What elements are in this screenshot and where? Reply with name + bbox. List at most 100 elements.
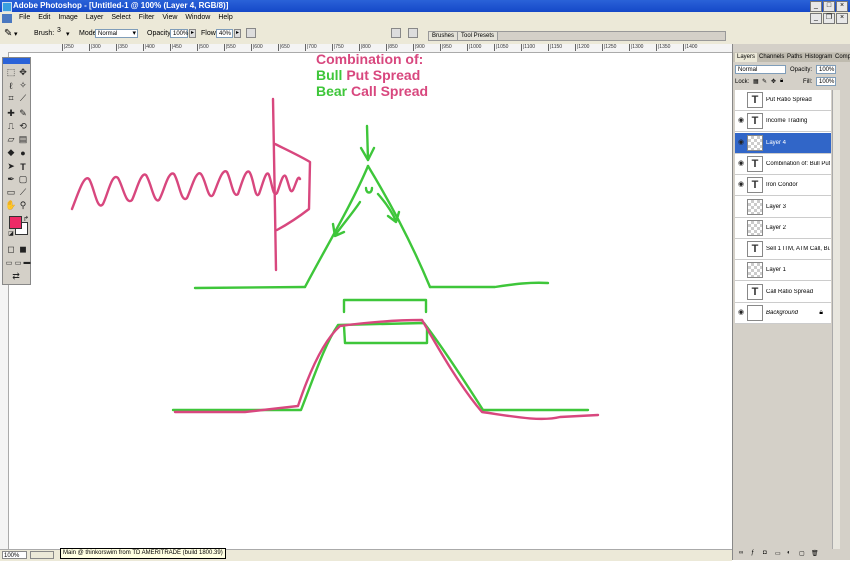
adjustment-layer-icon[interactable]: ◐ <box>787 550 791 556</box>
document-info-field[interactable] <box>30 551 54 559</box>
path-selection-icon[interactable]: ➤ <box>5 161 17 172</box>
visibility-eye-icon[interactable] <box>737 203 745 211</box>
menu-edit[interactable]: Edit <box>34 12 54 24</box>
layers-scrollbar[interactable] <box>832 90 840 550</box>
menu-view[interactable]: View <box>158 12 181 24</box>
layer-row[interactable]: ◉ Background 🔒︎ <box>735 303 831 324</box>
layer-row[interactable]: TSell 1 ITM, ATM Call, Buy ... <box>735 239 831 261</box>
clone-stamp-icon[interactable]: ⎍ <box>5 121 17 132</box>
visibility-eye-icon[interactable] <box>737 96 745 104</box>
palette-well-tab-tool-presets[interactable]: Tool Presets <box>458 32 499 40</box>
doc-restore-icon[interactable]: ❐ <box>823 13 835 24</box>
layer-row[interactable]: Layer 2 <box>735 217 831 239</box>
blur-tool-icon[interactable]: ◆ <box>5 147 17 158</box>
minimize-icon[interactable]: _ <box>810 1 822 12</box>
new-group-icon[interactable]: ▭ <box>775 550 781 557</box>
visibility-eye-icon[interactable]: ◉ <box>737 160 745 168</box>
tab-channels[interactable]: Channels <box>757 53 787 62</box>
menu-file[interactable]: File <box>15 12 34 24</box>
layer-mask-icon[interactable]: ◘ <box>763 550 767 556</box>
maximize-icon[interactable]: □ <box>823 1 835 12</box>
toggle-palettes-icon[interactable] <box>408 28 418 38</box>
layer-row[interactable]: Layer 1 <box>735 260 831 282</box>
lock-image-icon[interactable]: ✎ <box>762 78 767 85</box>
visibility-eye-icon[interactable] <box>737 224 745 232</box>
visibility-eye-icon[interactable]: ◉ <box>737 117 745 125</box>
visibility-eye-icon[interactable] <box>737 245 745 253</box>
zoom-tool-icon[interactable]: ⚲ <box>17 200 29 211</box>
opacity-slider-arrow-icon[interactable]: ▸ <box>189 29 196 38</box>
tab-layers[interactable]: Layers <box>735 53 758 62</box>
visibility-eye-icon[interactable]: ◉ <box>737 139 745 147</box>
mode-select[interactable]: Normal <box>95 29 138 38</box>
dodge-tool-icon[interactable]: ● <box>17 147 29 158</box>
marquee-tool-icon[interactable]: ⬚ <box>5 67 17 78</box>
history-brush-icon[interactable]: ⟲ <box>17 121 29 132</box>
eraser-tool-icon[interactable]: ▱ <box>5 134 17 145</box>
magic-wand-tool-icon[interactable]: ✧ <box>17 80 29 91</box>
menu-layer[interactable]: Layer <box>82 12 108 24</box>
flow-input[interactable]: 40% <box>216 29 233 38</box>
delete-layer-icon[interactable]: 🗑︎ <box>811 550 819 557</box>
visibility-eye-icon[interactable]: ◉ <box>737 181 745 189</box>
menu-filter[interactable]: Filter <box>135 12 159 24</box>
hand-tool-icon[interactable]: ✋ <box>5 200 17 211</box>
screen-mode-full-icon[interactable]: ▬ <box>21 257 33 268</box>
jump-to-imageready-icon[interactable]: ⇄ <box>10 271 22 282</box>
airbrush-icon[interactable] <box>246 28 256 38</box>
slice-tool-icon[interactable]: ⟋ <box>17 93 29 104</box>
layer-row[interactable]: ◉TCombination of: Bull Put S... <box>735 153 831 175</box>
lock-transparency-icon[interactable]: ▦ <box>753 78 759 85</box>
visibility-eye-icon[interactable] <box>737 288 745 296</box>
doc-minimize-icon[interactable]: _ <box>810 13 822 24</box>
layer-row[interactable]: ◉ T Income Trading <box>735 111 831 133</box>
layer-style-icon[interactable]: ƒ <box>751 550 754 556</box>
lock-position-icon[interactable]: ✥ <box>771 78 776 85</box>
notes-tool-icon[interactable]: ▭ <box>5 187 17 198</box>
opacity-input[interactable]: 100% <box>170 29 188 38</box>
eyedropper-icon[interactable]: ⟋ <box>17 187 29 198</box>
gradient-tool-icon[interactable]: ▤ <box>17 134 29 145</box>
layer-row[interactable]: ◉ Layer 4 <box>735 132 831 154</box>
type-tool-icon[interactable]: T <box>17 161 29 172</box>
crop-tool-icon[interactable]: ⌗ <box>5 93 17 104</box>
layer-row[interactable]: ◉ T Iron Condor <box>735 175 831 197</box>
visibility-eye-icon[interactable] <box>737 266 745 274</box>
menu-select[interactable]: Select <box>107 12 134 24</box>
doc-close-icon[interactable]: × <box>836 13 848 24</box>
file-browser-icon[interactable] <box>391 28 401 38</box>
close-icon[interactable]: × <box>836 1 848 12</box>
shape-tool-icon[interactable]: ▢ <box>17 174 29 185</box>
default-colors-icon[interactable]: ◪ <box>5 228 17 239</box>
tab-paths[interactable]: Paths <box>785 53 805 62</box>
fill-input[interactable]: 100% <box>816 77 836 86</box>
quick-mask-icon[interactable]: ◼ <box>17 244 29 255</box>
pen-tool-icon[interactable]: ✒ <box>5 174 17 185</box>
menu-help[interactable]: Help <box>214 12 236 24</box>
layer-opacity-input[interactable]: 100% <box>816 65 836 74</box>
brush-size-value[interactable]: 3 <box>57 27 61 34</box>
palette-well-tab-brushes[interactable]: Brushes <box>429 32 459 40</box>
standard-mode-icon[interactable]: ◻ <box>5 244 17 255</box>
brush-picker-arrow-icon[interactable]: ▾ <box>66 30 70 38</box>
visibility-eye-icon[interactable]: ◉ <box>737 309 745 317</box>
menu-window[interactable]: Window <box>181 12 214 24</box>
link-layers-icon[interactable]: ∞ <box>739 550 743 556</box>
flow-slider-arrow-icon[interactable]: ▸ <box>234 29 241 38</box>
zoom-field[interactable]: 100% <box>2 551 27 559</box>
layer-row[interactable]: T Put Ratio Spread <box>735 90 831 111</box>
healing-brush-icon[interactable]: ✚ <box>5 108 17 119</box>
brush-tool-icon[interactable]: ✎ <box>4 28 12 39</box>
lasso-tool-icon[interactable]: ℓ <box>5 80 17 91</box>
menu-image[interactable]: Image <box>54 12 81 24</box>
new-layer-icon[interactable]: ▢ <box>799 550 805 557</box>
blend-mode-select[interactable]: Normal <box>735 65 786 74</box>
layer-row[interactable]: Layer 3 <box>735 196 831 218</box>
move-tool-icon[interactable]: ✥ <box>17 67 29 78</box>
tab-histogram[interactable]: Histogram <box>803 53 835 62</box>
brush-tool-icon[interactable]: ✎ <box>17 108 29 119</box>
tool-preset-arrow-icon[interactable]: ▾ <box>14 30 18 38</box>
tab-compositions[interactable]: Compo... <box>833 53 850 62</box>
swap-colors-icon[interactable]: ↱ <box>20 213 32 224</box>
layer-row[interactable]: T Call Ratio Spread <box>735 281 831 303</box>
